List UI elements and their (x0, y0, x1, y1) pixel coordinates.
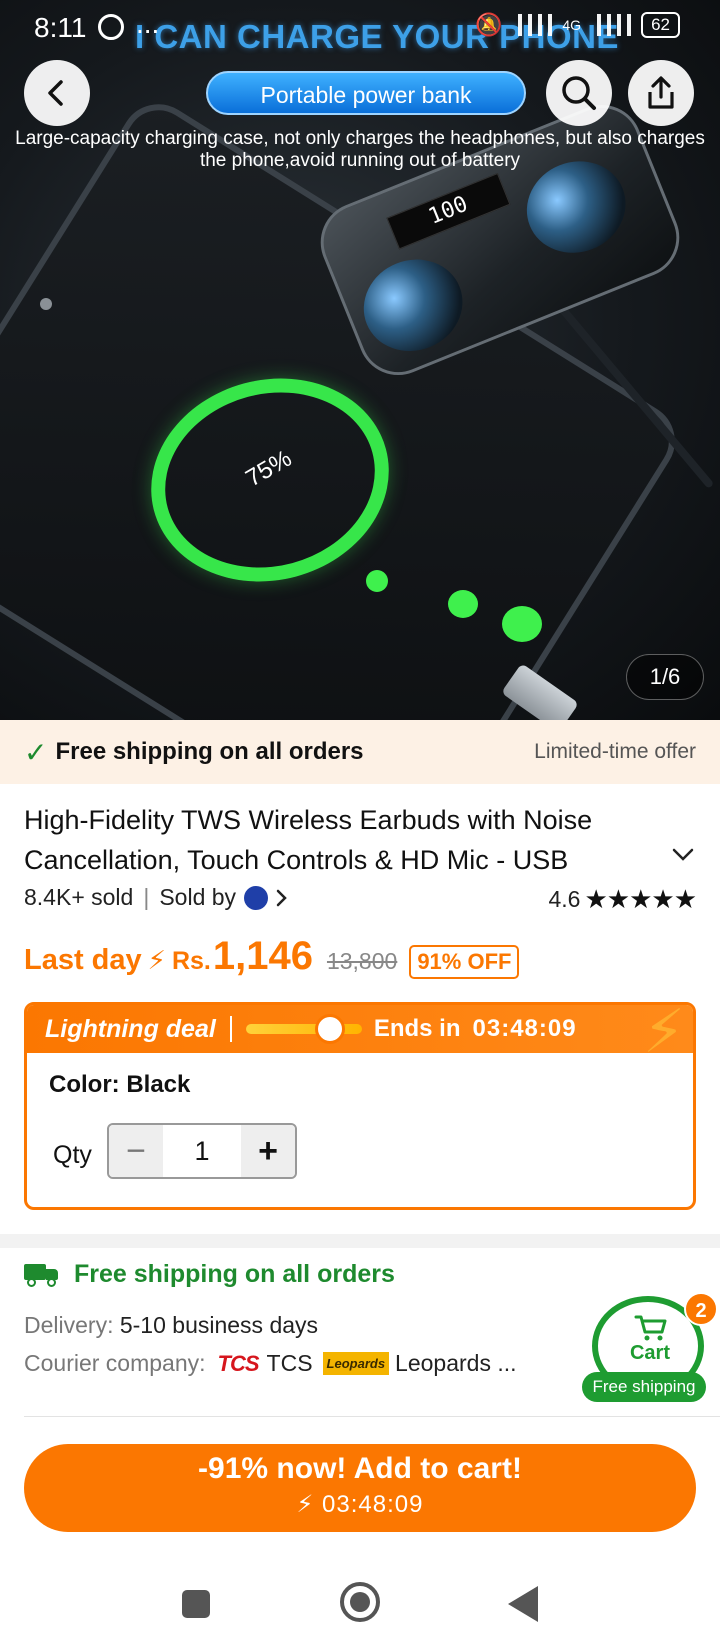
check-icon: ✓ (24, 736, 48, 768)
image-counter: 1/6 (626, 654, 704, 700)
limited-offer-text: Limited-time offer (534, 740, 696, 763)
delivery-value: 5-10 business days (119, 1312, 319, 1338)
meta-separator: | (143, 884, 150, 910)
system-nav-bar (0, 1560, 720, 1650)
sold-by-link[interactable]: Sold by (159, 884, 288, 911)
cart-free-shipping: Free shipping (582, 1372, 706, 1402)
green-dot (448, 590, 478, 618)
deal-progress-bar (245, 1014, 362, 1044)
courier-tcs: TCS (266, 1350, 313, 1376)
shipping-title[interactable]: Free shipping on all orders (24, 1260, 395, 1289)
back-button[interactable] (24, 60, 90, 126)
current-price: 1,146 (212, 934, 313, 978)
deal-divider (229, 1016, 232, 1042)
earbud-left (349, 244, 477, 366)
tcs-logo: TCS (217, 1350, 260, 1376)
lightning-decor-icon: ⚡ (642, 1002, 685, 1065)
divider (24, 1416, 720, 1417)
free-shipping-text: Free shipping on all orders (55, 738, 364, 765)
increase-qty-button[interactable]: + (241, 1125, 295, 1177)
last-day-label: Last day (24, 944, 142, 976)
expand-title-button[interactable] (672, 848, 694, 867)
product-meta: 8.4K+ sold | Sold by (24, 884, 288, 911)
cart-button[interactable]: Cart 2 Free shipping (582, 1292, 718, 1402)
hero-pill-label: Portable power bank (206, 71, 526, 115)
whatsapp-icon (98, 14, 124, 40)
back-arrow-icon (48, 80, 63, 106)
case-display: 100 (386, 172, 511, 250)
qty-value[interactable]: 1 (163, 1125, 241, 1177)
shipping-title-text: Free shipping on all orders (74, 1260, 395, 1288)
mute-icon: 🔕 (474, 12, 503, 37)
courier-key: Courier company: (24, 1350, 206, 1376)
decrease-qty-button[interactable]: − (109, 1125, 163, 1177)
signal-icon (591, 14, 632, 36)
cart-icon (634, 1315, 667, 1341)
product-title[interactable]: High-Fidelity TWS Wireless Earbuds with … (24, 800, 644, 880)
section-gap (0, 1234, 720, 1248)
network-type: 4G (562, 17, 582, 33)
recents-button[interactable] (182, 1590, 210, 1618)
courier-info[interactable]: Courier company: TCS TCS Leopards Leopar… (24, 1350, 517, 1377)
ends-in-label: Ends in (373, 1015, 461, 1042)
add-to-cart-label: -91% now! Add to cart! (198, 1452, 522, 1485)
search-icon (562, 76, 596, 110)
status-time: 8:11 (34, 12, 87, 43)
original-price: 13,800 (326, 948, 398, 974)
green-dot (366, 570, 388, 592)
lightning-deal-panel: Lightning deal Ends in 03:48:09 ⚡ Color:… (24, 1002, 696, 1210)
hero-caption: Large-capacity charging case, not only c… (15, 128, 705, 171)
lightning-icon: ⚡ (147, 945, 166, 975)
lightning-icon: ⚡ (296, 1491, 315, 1518)
quantity-stepper: − 1 + (107, 1123, 297, 1179)
product-rating[interactable]: 4.6 ★★★★★ (548, 884, 697, 915)
qty-label: Qty (53, 1141, 92, 1169)
cart-count-badge: 2 (684, 1292, 718, 1326)
chevron-down-icon (672, 848, 694, 861)
cta-timer: 03:48:09 (322, 1491, 424, 1518)
more-notifications: ... (136, 8, 160, 39)
leopards-logo: Leopards (322, 1352, 390, 1375)
status-icons: 🔕 4G 62 (475, 12, 680, 38)
deal-header: Lightning deal Ends in 03:48:09 ⚡ (27, 1005, 693, 1065)
search-button[interactable] (546, 60, 612, 126)
truck-icon (24, 1262, 60, 1288)
home-button[interactable] (340, 1582, 380, 1622)
cart-label: Cart (629, 1342, 670, 1364)
discount-badge: 91% OFF (409, 945, 520, 979)
green-dot (502, 606, 542, 642)
rating-stars: ★★★★★ (584, 884, 697, 914)
delivery-key: Delivery: (24, 1312, 114, 1338)
signal-icon (512, 14, 553, 36)
chevron-right-icon (276, 889, 287, 906)
delivery-info: Delivery: 5-10 business days (24, 1312, 318, 1339)
sold-count: 8.4K+ sold (24, 884, 134, 910)
share-button[interactable] (628, 60, 694, 126)
status-bar: 8:11 ... 🔕 4G 62 (0, 0, 720, 54)
product-image-carousel[interactable]: 75% 100 I CAN CHARGE YOUR PHONE Portable… (0, 0, 720, 720)
courier-leopards: Leopards ... (395, 1350, 517, 1376)
price-row: Last day ⚡ Rs. 1,146 13,800 91% OFF (24, 934, 520, 979)
clock-icon (314, 1014, 345, 1044)
deal-timer: 03:48:09 (472, 1015, 577, 1042)
color-selection[interactable]: Color: Black (49, 1071, 190, 1099)
sold-by-label: Sold by (159, 884, 237, 910)
system-back-button[interactable] (508, 1586, 538, 1622)
add-to-cart-button[interactable]: -91% now! Add to cart! ⚡ 03:48:09 (24, 1444, 696, 1532)
lightning-deal-label: Lightning deal (45, 1014, 216, 1043)
battery-icon: 62 (641, 12, 680, 38)
share-icon (648, 76, 674, 109)
phone-camera (40, 298, 52, 310)
cta-timer-row: ⚡ 03:48:09 (24, 1490, 696, 1519)
price-currency: Rs. (171, 947, 211, 975)
free-shipping-banner[interactable]: ✓ Free shipping on all orders Limited-ti… (0, 720, 720, 784)
seller-logo (244, 885, 269, 910)
rating-value: 4.6 (548, 886, 581, 912)
